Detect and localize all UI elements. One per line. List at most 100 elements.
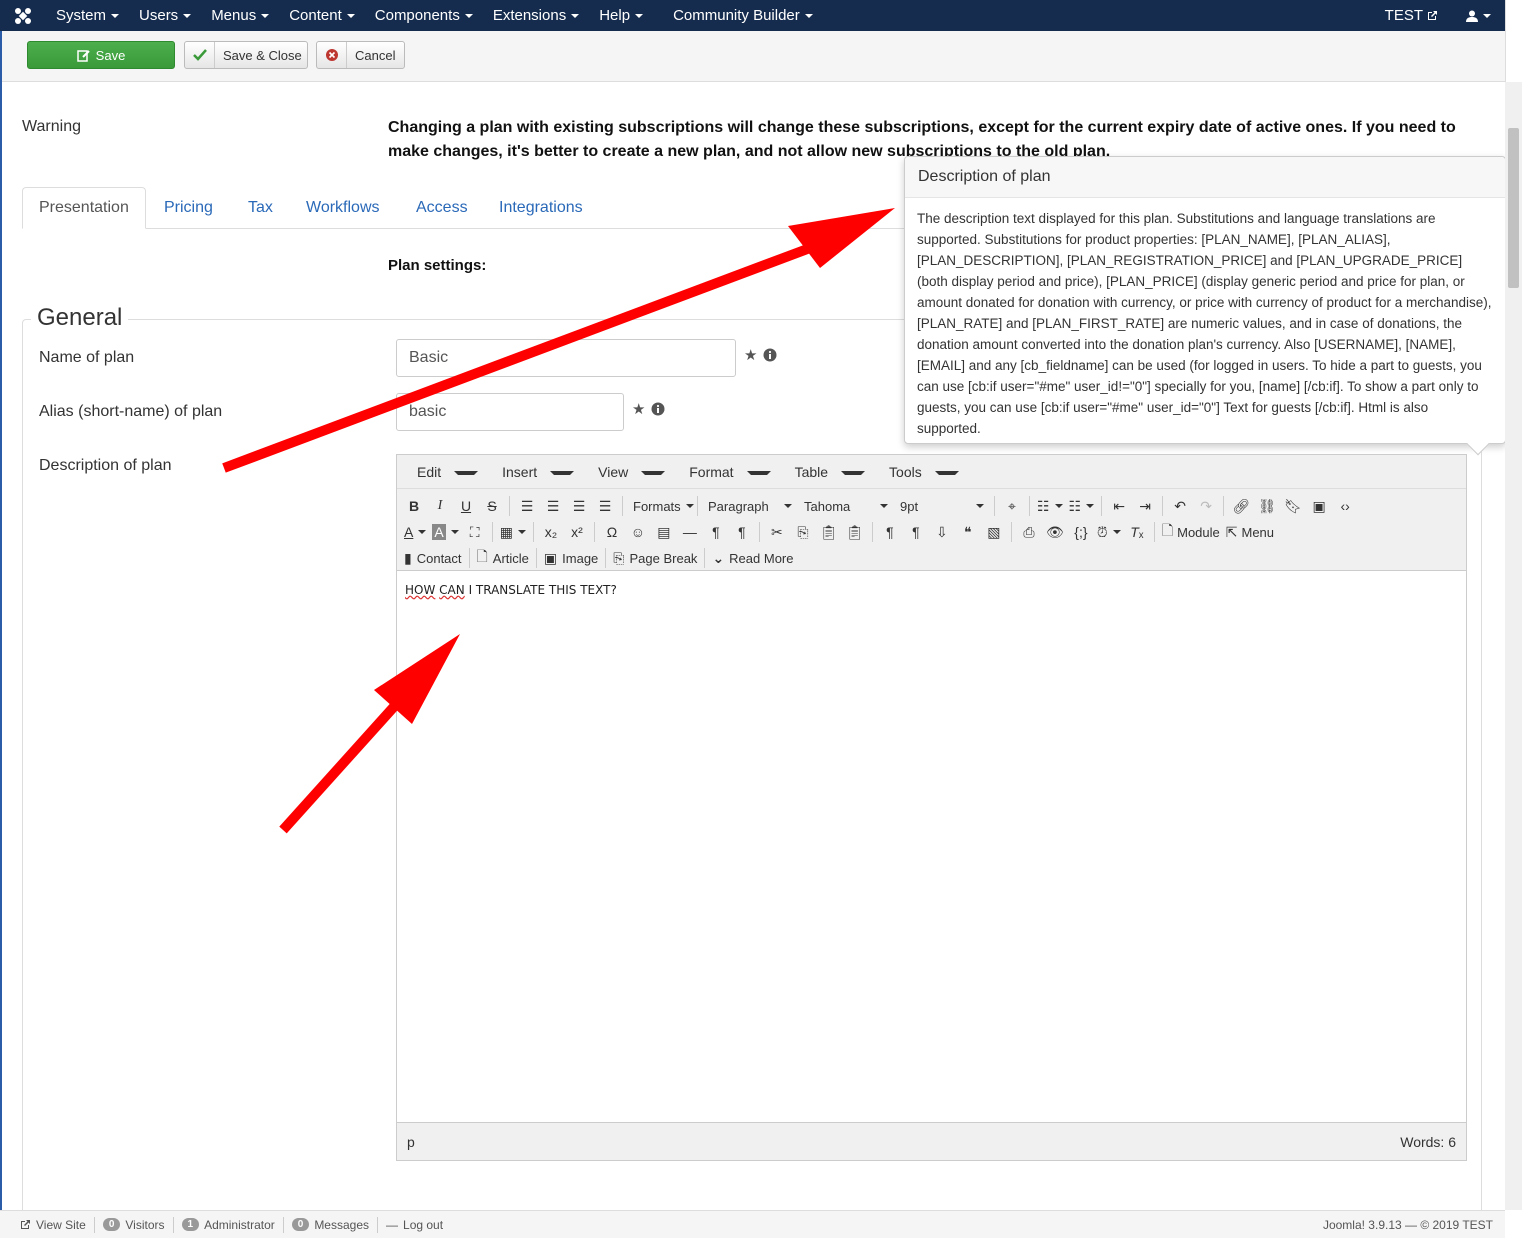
template-icon[interactable]: ⇩ xyxy=(929,520,955,544)
minus-icon: — xyxy=(386,1217,399,1232)
tab-presentation[interactable]: Presentation xyxy=(22,187,146,229)
menu-menus[interactable]: Menus xyxy=(201,0,279,31)
preview-icon[interactable]: 👁︎ xyxy=(1042,520,1068,544)
menu-help[interactable]: Help xyxy=(589,0,653,31)
italic-icon[interactable]: I xyxy=(427,494,453,518)
administrator-link[interactable]: 1 Administrator xyxy=(174,1216,284,1233)
info-icon[interactable] xyxy=(763,348,777,362)
outdent-icon[interactable]: ⇤ xyxy=(1106,494,1132,518)
cut-icon[interactable]: ✂ xyxy=(764,520,790,544)
visitors-link[interactable]: 0 Visitors xyxy=(95,1216,174,1233)
messages-link[interactable]: 0 Messages xyxy=(284,1216,379,1233)
ltr-icon[interactable]: ¶ xyxy=(703,520,729,544)
align-left-icon[interactable]: ☰ xyxy=(514,494,540,518)
save-button[interactable]: Save xyxy=(27,41,175,69)
page-break-button[interactable]: ⎘ Page Break xyxy=(610,546,700,570)
font-size-select[interactable]: 9pt xyxy=(894,494,990,518)
unlink-icon[interactable]: ⛓︎ xyxy=(1254,494,1280,518)
formats-select[interactable]: Formats xyxy=(627,494,694,518)
save-close-button[interactable]: Save & Close xyxy=(184,41,308,69)
editor-menu-format[interactable]: Format xyxy=(673,464,778,480)
logout-link[interactable]: — Log out xyxy=(378,1217,451,1233)
plan-name-input[interactable]: Basic xyxy=(396,339,736,377)
strikethrough-icon[interactable]: S xyxy=(479,494,505,518)
article-button[interactable]: 🗋︎ Article xyxy=(474,546,532,570)
underline-icon[interactable]: U xyxy=(453,494,479,518)
clear-formatting-icon[interactable]: Tₓ xyxy=(1124,520,1150,544)
editor-menu-table[interactable]: Table xyxy=(779,464,873,480)
fullscreen-icon[interactable]: ⛶ xyxy=(462,520,488,544)
paste-icon[interactable]: 📋︎ xyxy=(816,520,842,544)
site-link[interactable]: TEST xyxy=(1371,0,1452,31)
contact-button[interactable]: ▮ Contact xyxy=(401,546,465,570)
align-center-icon[interactable]: ☰ xyxy=(540,494,566,518)
cancel-button[interactable]: Cancel xyxy=(316,41,405,69)
tab-workflows[interactable]: Workflows xyxy=(306,187,380,229)
table-icon[interactable]: ▦ xyxy=(497,520,529,544)
user-menu[interactable] xyxy=(1452,0,1505,31)
insert-datetime-icon[interactable]: ⏰︎ xyxy=(1094,520,1124,544)
view-site-link[interactable]: View Site xyxy=(12,1216,95,1233)
superscript-icon[interactable]: x² xyxy=(564,520,590,544)
tab-pricing[interactable]: Pricing xyxy=(164,187,213,229)
info-icon[interactable] xyxy=(651,402,665,416)
special-char-icon[interactable]: Ω xyxy=(599,520,625,544)
tab-access[interactable]: Access xyxy=(416,187,468,229)
image-button[interactable]: ▣ Image xyxy=(541,546,601,570)
editor-menu-insert[interactable]: Insert xyxy=(486,464,582,480)
align-justify-icon[interactable]: ☰ xyxy=(592,494,618,518)
tab-integrations[interactable]: Integrations xyxy=(499,187,583,229)
bullet-list-icon[interactable]: ☷ xyxy=(1034,494,1066,518)
editor-menu-view[interactable]: View xyxy=(582,464,673,480)
font-family-select[interactable]: Tahoma xyxy=(798,494,894,518)
editor-menu-tools[interactable]: Tools xyxy=(873,464,967,480)
numbered-list-icon[interactable]: ☷ xyxy=(1066,494,1098,518)
plan-alias-input[interactable]: basic xyxy=(396,393,624,431)
paste-text-icon[interactable]: 📋︎ xyxy=(842,520,868,544)
menu-button[interactable]: ⇱ Menu xyxy=(1223,520,1277,544)
background-color-icon[interactable]: A xyxy=(429,520,461,544)
visual-aid-icon[interactable]: ▧ xyxy=(981,520,1007,544)
joomla-logo-icon[interactable] xyxy=(0,0,46,31)
module-button[interactable]: 🗋︎ Module xyxy=(1159,520,1223,544)
redo-icon[interactable]: ↷ xyxy=(1193,494,1219,518)
rtl-icon[interactable]: ¶ xyxy=(729,520,755,544)
copy-icon[interactable]: ⎘ xyxy=(790,520,816,544)
media-icon[interactable]: ▤ xyxy=(651,520,677,544)
menu-system[interactable]: System xyxy=(46,0,129,31)
subscript-icon[interactable]: x₂ xyxy=(538,520,564,544)
horizontal-rule-icon[interactable]: — xyxy=(677,520,703,544)
menu-community-builder[interactable]: Community Builder xyxy=(663,0,823,31)
code-icon[interactable]: ‹› xyxy=(1332,494,1358,518)
user-icon xyxy=(1466,10,1478,22)
anchor-bookmark-icon[interactable]: 🔖︎ xyxy=(1280,494,1306,518)
text-color-icon[interactable]: A xyxy=(401,520,429,544)
read-more-button[interactable]: ⌄ Read More xyxy=(709,546,796,570)
menu-users[interactable]: Users xyxy=(129,0,201,31)
code-sample-icon[interactable]: {;} xyxy=(1068,520,1094,544)
description-of-plan-label: Description of plan xyxy=(39,457,172,474)
scrollbar-thumb[interactable] xyxy=(1508,128,1519,288)
image-icon: ▣ xyxy=(543,549,558,566)
indent-icon[interactable]: ⇥ xyxy=(1132,494,1158,518)
toolbar-row-1: B I U S ☰ ☰ ☰ ☰ Formats Paragraph Tahoma… xyxy=(401,493,1358,519)
find-replace-icon[interactable]: ⌖ xyxy=(999,494,1025,518)
bold-icon[interactable]: B xyxy=(401,494,427,518)
editor-menu-edit[interactable]: Edit xyxy=(401,464,486,480)
insert-image-icon[interactable]: ▣ xyxy=(1306,494,1332,518)
menu-content[interactable]: Content xyxy=(279,0,365,31)
menu-components[interactable]: Components xyxy=(365,0,483,31)
block-format-select[interactable]: Paragraph xyxy=(702,494,798,518)
undo-icon[interactable]: ↶ xyxy=(1167,494,1193,518)
visual-blocks-icon[interactable]: ¶ xyxy=(903,520,929,544)
editor-content-area[interactable]: HOW CAN I TRANSLATE THIS TEXT? xyxy=(397,571,1466,1122)
blockquote-icon[interactable]: ❝ xyxy=(955,520,981,544)
print-icon[interactable]: ⎙ xyxy=(1016,520,1042,544)
menu-extensions[interactable]: Extensions xyxy=(483,0,589,31)
link-icon[interactable]: 🔗︎ xyxy=(1228,494,1254,518)
align-right-icon[interactable]: ☰ xyxy=(566,494,592,518)
element-path[interactable]: p xyxy=(407,1134,415,1150)
emoticons-icon[interactable]: ☺ xyxy=(625,520,651,544)
visual-chars-icon[interactable]: ¶ xyxy=(877,520,903,544)
tab-tax[interactable]: Tax xyxy=(248,187,273,229)
